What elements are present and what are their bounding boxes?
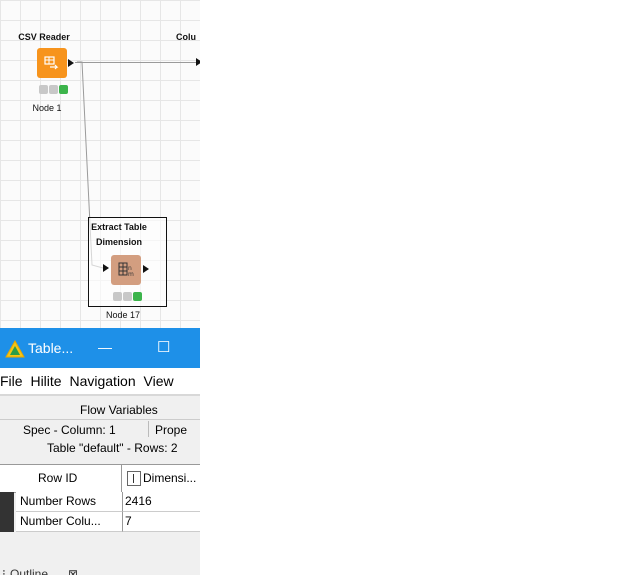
window-title: Table... <box>28 340 74 356</box>
tab-spec-column[interactable]: Spec - Column: 1 <box>23 423 116 437</box>
node-status-indicator <box>39 85 68 94</box>
menu-hilite[interactable]: Hilite <box>30 368 65 389</box>
menu-file[interactable]: File <box>0 368 27 389</box>
table-row[interactable]: Number Rows 2416 <box>0 492 200 512</box>
node-status-indicator <box>113 292 142 301</box>
node-title: CSV Reader <box>18 32 70 42</box>
column-type-icon <box>127 471 141 486</box>
extract-table-dimension-node[interactable]: n m <box>111 255 141 285</box>
node-title: Extract Table <box>91 222 147 232</box>
table-summary: Table "default" - Rows: 2 <box>47 441 178 455</box>
workflow-canvas[interactable]: CSV Reader Colu Node 1 Extract Table Dim… <box>0 0 200 330</box>
svg-text:m: m <box>128 271 134 278</box>
tab-row: Spec - Column: 1 Prope <box>0 421 200 437</box>
maximize-button[interactable]: ☐ <box>157 338 170 356</box>
window-titlebar[interactable]: Table... — ☐ <box>0 328 200 368</box>
input-port[interactable] <box>103 264 109 272</box>
close-icon[interactable]: ⊠ <box>68 567 78 575</box>
table-row[interactable]: Number Colu... 7 <box>0 512 200 532</box>
outline-tab[interactable]: ⁝ Outline ⊠ <box>0 567 200 575</box>
table-icon <box>44 56 59 70</box>
output-port[interactable] <box>143 265 149 273</box>
table-header-row: Row ID Dimensi... <box>0 464 200 493</box>
node-label: Node 17 <box>105 310 141 320</box>
node-label: Node 1 <box>32 103 62 113</box>
warning-icon <box>5 340 25 358</box>
menu-navigation[interactable]: Navigation <box>69 368 139 389</box>
node-title-partial: Colu <box>176 32 196 42</box>
input-port[interactable] <box>196 58 200 66</box>
node-title: Dimension <box>95 237 142 247</box>
menu-bar: File Hilite Navigation View <box>0 368 200 394</box>
outline-tab-label: Outline <box>10 567 49 575</box>
value-cell: 7 <box>122 512 200 532</box>
data-table: Row ID Dimensi... Number Rows 2416 Numbe… <box>0 464 200 542</box>
value-cell: 2416 <box>122 492 200 512</box>
minimize-button[interactable]: — <box>98 339 112 355</box>
row-id-cell: Number Rows <box>16 492 124 512</box>
csv-reader-node[interactable] <box>37 48 67 78</box>
row-id-cell: Number Colu... <box>16 512 124 532</box>
tab-flow-variables[interactable]: Flow Variables <box>80 403 158 417</box>
menu-view[interactable]: View <box>144 368 178 389</box>
column-header-dimension[interactable]: Dimensi... <box>143 469 196 488</box>
column-header-rowid[interactable]: Row ID <box>38 469 77 488</box>
tab-properties[interactable]: Prope <box>155 423 187 437</box>
tab-row: Flow Variables <box>0 401 200 420</box>
dimension-icon: n m <box>118 262 134 278</box>
table-view-window: Table... — ☐ File Hilite Navigation View… <box>0 328 200 575</box>
output-port[interactable] <box>68 59 74 67</box>
